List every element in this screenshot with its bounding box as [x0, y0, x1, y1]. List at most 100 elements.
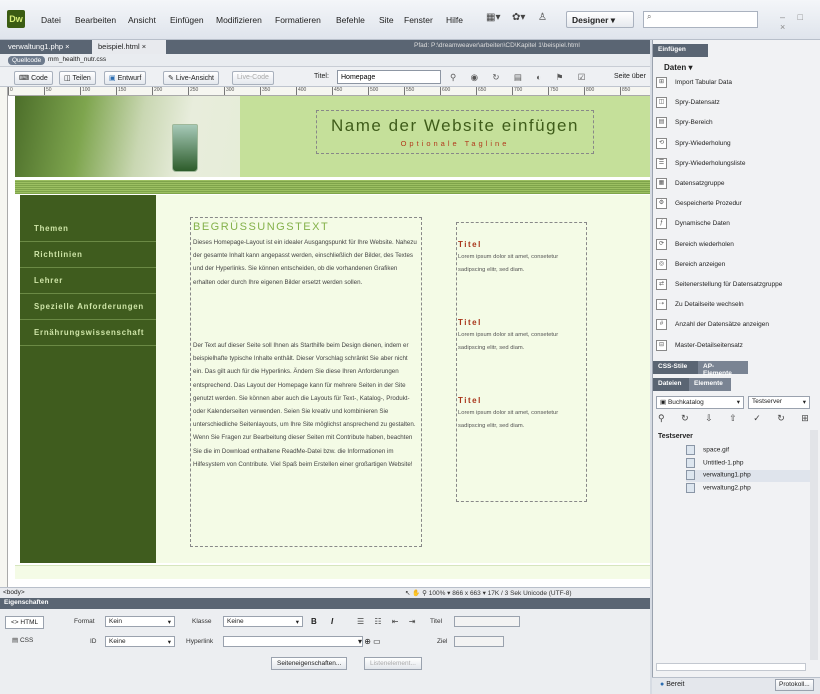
- live-code-button[interactable]: Live-Code: [232, 71, 274, 85]
- related-file-link[interactable]: mm_health_nutr.css: [48, 56, 106, 63]
- browse-folder-icon[interactable]: ▾ ⊕ ▭: [358, 637, 381, 646]
- tab-einfuegen[interactable]: Einfügen: [653, 44, 708, 57]
- insert-item-label: Spry-Wiederholung: [675, 139, 731, 147]
- welcome-heading[interactable]: BEGRÜSSUNGSTEXT: [193, 221, 329, 233]
- list-indent-icons[interactable]: ☰ ☷ ⇤ ⇥: [357, 617, 419, 626]
- insert-item[interactable]: ⚙ Gespeicherte Prozedur: [656, 198, 816, 217]
- nav-item-themen[interactable]: Themen: [20, 216, 156, 242]
- insert-item[interactable]: ◫ Spry-Datensatz: [656, 97, 816, 116]
- title-field[interactable]: [454, 616, 520, 627]
- document-toolbar-icons[interactable]: ⚲ ◉ ↻ ▤ ◐ ⚑ ☑: [450, 72, 591, 83]
- tab-dateien[interactable]: Dateien: [653, 378, 689, 391]
- side-text: Lorem ipsum dolor sit amet, consetetur s…: [458, 332, 559, 352]
- insert-item[interactable]: # Anzahl der Datensätze anzeigen: [656, 319, 816, 338]
- insert-item[interactable]: ⊟ Master-Detailseitensatz: [656, 339, 816, 359]
- bold-italic-buttons[interactable]: B I: [311, 617, 339, 626]
- nav-item-lehrer[interactable]: Lehrer: [20, 268, 156, 294]
- page-properties-button[interactable]: Seiteneigenschaften...: [271, 657, 348, 670]
- insert-item-icon: ▤: [656, 117, 667, 129]
- nav-item-richtlinien[interactable]: Richtlinien: [20, 242, 156, 268]
- live-view-button[interactable]: ✎ Live-Ansicht: [163, 71, 219, 85]
- menu-befehle[interactable]: Befehle: [336, 15, 365, 25]
- page-title-input[interactable]: [337, 70, 441, 84]
- insert-item[interactable]: ▤ Spry-Bereich: [656, 117, 816, 136]
- menu-hilfe[interactable]: Hilfe: [446, 15, 463, 25]
- welcome-paragraph-1[interactable]: Dieses Homepage-Layout ist ein idealer A…: [193, 236, 418, 289]
- select-tool-icon[interactable]: ↖ ✋ ⚲: [405, 590, 427, 597]
- file-space-gif[interactable]: space.gif: [686, 445, 729, 457]
- menu-ansicht[interactable]: Ansicht: [128, 15, 156, 25]
- ruler-tick: 450: [332, 87, 342, 95]
- layout-icon[interactable]: ▦▾: [486, 12, 500, 26]
- site-tagline[interactable]: Optionale Tagline: [320, 139, 590, 148]
- insert-item[interactable]: ☰ Spry-Wiederholungsliste: [656, 157, 816, 177]
- tab-ap-elemente[interactable]: AP-Elemente: [698, 361, 748, 377]
- split-view-button[interactable]: ◫ Teilen: [59, 71, 96, 85]
- css-mode-button[interactable]: ▤ CSS: [12, 636, 33, 644]
- zoom-select[interactable]: 100%: [429, 590, 446, 597]
- close-icon[interactable]: ×: [65, 42, 69, 51]
- file-verwaltung2-php[interactable]: verwaltung2.php: [686, 483, 751, 495]
- insert-item[interactable]: ⟳ Bereich wiederholen: [656, 238, 816, 258]
- class-select[interactable]: Keine ▾: [223, 616, 303, 627]
- source-code-button[interactable]: Quellcode: [8, 56, 46, 65]
- server-select[interactable]: Testserver ▾: [748, 396, 810, 409]
- file-verwaltung1-php[interactable]: verwaltung1.php: [686, 470, 811, 482]
- menu-einfuegen[interactable]: Einfügen: [170, 15, 204, 25]
- welcome-paragraph-2[interactable]: Der Text auf dieser Seite soll Ihnen als…: [193, 339, 418, 471]
- files-toolbar-icons[interactable]: ⚲ ↻ ⇩ ⇧ ✓ ↻ ⊞: [658, 413, 816, 424]
- site-name[interactable]: Name der Website einfügen: [320, 116, 590, 136]
- tree-root[interactable]: Testserver: [658, 433, 693, 440]
- insert-item[interactable]: ƒ Dynamische Daten: [656, 218, 816, 237]
- code-view-button[interactable]: ⌨ Code: [14, 71, 53, 85]
- insert-category-select[interactable]: Daten ▾: [664, 63, 692, 72]
- insert-item[interactable]: ⇢ Zu Detailseite wechseln: [656, 299, 816, 318]
- menu-bearbeiten[interactable]: Bearbeiten: [75, 15, 116, 25]
- list-item-button[interactable]: Listenelement...: [364, 657, 422, 670]
- insert-item[interactable]: ◎ Bereich anzeigen: [656, 258, 816, 278]
- target-select[interactable]: [454, 636, 504, 647]
- menu-fenster[interactable]: Fenster: [404, 15, 433, 25]
- menu-datei[interactable]: Datei: [41, 15, 61, 25]
- nav-item-anforderungen[interactable]: Spezielle Anforderungen: [20, 294, 156, 320]
- tag-selector[interactable]: <body>: [3, 589, 25, 596]
- workspace-switcher[interactable]: Designer ▾: [566, 11, 634, 28]
- format-select[interactable]: Kein ▾: [105, 616, 175, 627]
- menu-site[interactable]: Site: [379, 15, 394, 25]
- menu-formatieren[interactable]: Formatieren: [275, 15, 321, 25]
- nav-item-ernaehrung[interactable]: Ernährungswissenschaft: [20, 320, 156, 346]
- close-icon[interactable]: ×: [142, 42, 146, 51]
- window-size[interactable]: 866 x 663: [452, 590, 481, 597]
- insert-item[interactable]: ⊞ Import Tabular Data: [656, 77, 816, 96]
- extensions-icon[interactable]: ✿▾: [512, 12, 525, 26]
- tab-elemente[interactable]: Elemente: [689, 378, 731, 391]
- files-scrollbar[interactable]: [810, 430, 818, 660]
- side-box-1[interactable]: Titel Lorem ipsum dolor sit amet, consete…: [458, 240, 585, 277]
- side-box-3[interactable]: Titel Lorem ipsum dolor sit amet, consete…: [458, 396, 585, 433]
- design-view-button[interactable]: ▣ Entwurf: [104, 71, 147, 85]
- live-label: Live-Ansicht: [175, 75, 214, 82]
- hyperlink-input[interactable]: [223, 636, 363, 647]
- html-mode-button[interactable]: <> HTML: [5, 616, 45, 629]
- page-check-label[interactable]: Seite über: [614, 73, 646, 80]
- log-button[interactable]: Protokoll...: [775, 679, 814, 691]
- window-controls[interactable]: – □ ×: [780, 12, 820, 32]
- insert-item-icon: ƒ: [656, 218, 667, 230]
- side-box-2[interactable]: Titel Lorem ipsum dolor sit amet, consete…: [458, 318, 585, 355]
- site-icon[interactable]: ♙: [538, 12, 547, 26]
- tab-css-stile[interactable]: CSS-Stile: [653, 361, 698, 374]
- insert-item[interactable]: ⇄ Seitenerstellung für Datensatzgruppe: [656, 279, 816, 298]
- site-value: Buchkatalog: [667, 399, 704, 406]
- properties-header[interactable]: Eigenschaften: [0, 598, 650, 609]
- tab-beispiel[interactable]: beispiel.html ×: [92, 40, 166, 54]
- files-hscroll[interactable]: [656, 663, 806, 671]
- tab-verwaltung1[interactable]: verwaltung1.php ×: [2, 40, 90, 54]
- header-photo[interactable]: [15, 96, 240, 177]
- id-select[interactable]: Keine ▾: [105, 636, 175, 647]
- search-input[interactable]: ⌕: [643, 11, 758, 28]
- insert-item[interactable]: ▦ Datensatzgruppe: [656, 178, 816, 197]
- insert-item[interactable]: ⟲ Spry-Wiederholung: [656, 137, 816, 157]
- site-select[interactable]: ▣ Buchkatalog ▾: [656, 396, 744, 409]
- file-untitled-php[interactable]: Untitled-1.php: [686, 458, 743, 470]
- menu-modifizieren[interactable]: Modifizieren: [216, 15, 262, 25]
